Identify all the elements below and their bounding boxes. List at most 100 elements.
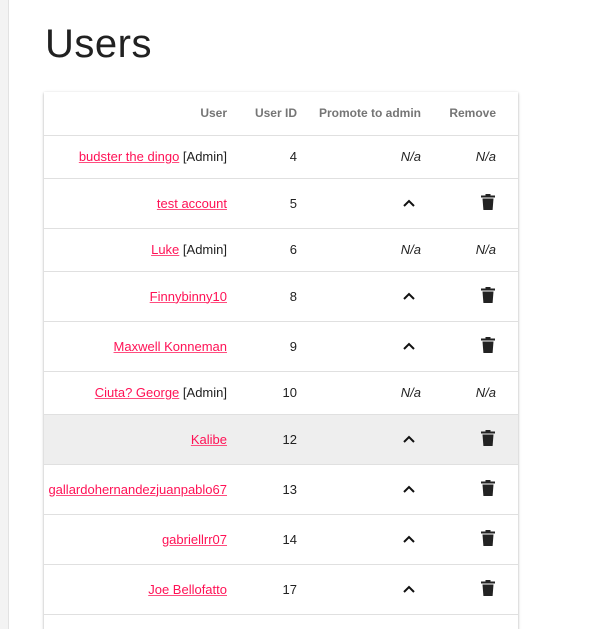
user-link[interactable]: Ciuta? George bbox=[95, 385, 180, 400]
table-row: budster the dingo [Admin] 4 N/a N/a bbox=[44, 135, 518, 179]
table-row: Finnybinny10 8 bbox=[44, 271, 518, 322]
user-link[interactable]: gallardohernandezjuanpablo67 bbox=[48, 482, 227, 497]
empty-cell bbox=[228, 614, 297, 629]
cell-promote bbox=[297, 514, 421, 565]
users-table-body: budster the dingo [Admin] 4 N/a N/a test acc… bbox=[44, 135, 518, 629]
not-applicable-text: N/a bbox=[475, 242, 496, 257]
admin-badge: [Admin] bbox=[182, 242, 227, 257]
empty-cell bbox=[421, 614, 518, 629]
cell-remove: N/a bbox=[421, 135, 518, 179]
promote-button[interactable] bbox=[402, 339, 416, 350]
promote-button[interactable] bbox=[402, 532, 416, 543]
table-row: Maxwell Konneman 9 bbox=[44, 321, 518, 372]
not-applicable-text: N/a bbox=[475, 149, 496, 164]
table-row bbox=[44, 614, 518, 629]
cell-remove bbox=[421, 178, 518, 229]
table-row: Kalibe 12 bbox=[44, 414, 518, 465]
cell-user-id: 17 bbox=[228, 564, 297, 615]
chevron-up-icon bbox=[402, 582, 416, 597]
user-link[interactable]: test account bbox=[157, 196, 227, 211]
page-title: Users bbox=[45, 22, 152, 66]
remove-user-button[interactable] bbox=[481, 479, 495, 499]
cell-user-id: 5 bbox=[228, 178, 297, 229]
trash-icon bbox=[481, 286, 495, 306]
not-applicable-text: N/a bbox=[400, 242, 421, 257]
user-link[interactable]: Finnybinny10 bbox=[150, 289, 227, 304]
chevron-up-icon bbox=[402, 289, 416, 304]
cell-user: test account bbox=[44, 178, 228, 229]
cell-user: gabriellrr07 bbox=[44, 514, 228, 565]
cell-user: Kalibe bbox=[44, 414, 228, 465]
trash-icon bbox=[481, 529, 495, 549]
cell-user: gallardohernandezjuanpablo67 bbox=[44, 464, 228, 515]
user-link[interactable]: budster the dingo bbox=[79, 149, 179, 164]
remove-user-button[interactable] bbox=[481, 193, 495, 213]
cell-user: budster the dingo [Admin] bbox=[44, 135, 228, 179]
cell-user: Maxwell Konneman bbox=[44, 321, 228, 372]
chevron-up-icon bbox=[402, 482, 416, 497]
cell-promote bbox=[297, 321, 421, 372]
cell-user-id: 13 bbox=[228, 464, 297, 515]
trash-icon bbox=[481, 336, 495, 356]
trash-icon bbox=[481, 579, 495, 599]
remove-user-button[interactable] bbox=[481, 336, 495, 356]
cell-promote bbox=[297, 271, 421, 322]
users-table: User User ID Promote to admin Remove bud… bbox=[44, 92, 518, 629]
remove-user-button[interactable] bbox=[481, 286, 495, 306]
promote-button[interactable] bbox=[402, 582, 416, 593]
column-header-user[interactable]: User bbox=[44, 92, 228, 136]
user-link[interactable]: Joe Bellofatto bbox=[148, 582, 227, 597]
cell-remove bbox=[421, 414, 518, 465]
cell-promote: N/a bbox=[297, 135, 421, 179]
users-page: Users User User ID Promote to admin Remo… bbox=[0, 0, 600, 629]
empty-cell bbox=[44, 614, 228, 629]
table-row: Ciuta? George [Admin] 10 N/a N/a bbox=[44, 371, 518, 415]
user-link[interactable]: Maxwell Konneman bbox=[114, 339, 227, 354]
cell-remove bbox=[421, 464, 518, 515]
cell-promote: N/a bbox=[297, 371, 421, 415]
remove-user-button[interactable] bbox=[481, 529, 495, 549]
cell-user: Finnybinny10 bbox=[44, 271, 228, 322]
cell-user-id: 10 bbox=[228, 371, 297, 415]
table-row: gallardohernandezjuanpablo67 13 bbox=[44, 464, 518, 515]
trash-icon bbox=[481, 193, 495, 213]
chevron-up-icon bbox=[402, 196, 416, 211]
admin-badge: [Admin] bbox=[182, 149, 227, 164]
promote-button[interactable] bbox=[402, 289, 416, 300]
chevron-up-icon bbox=[402, 532, 416, 547]
table-row: test account 5 bbox=[44, 178, 518, 229]
cell-remove bbox=[421, 271, 518, 322]
admin-badge: [Admin] bbox=[182, 385, 227, 400]
chevron-up-icon bbox=[402, 432, 416, 447]
chevron-up-icon bbox=[402, 339, 416, 354]
cell-user-id: 4 bbox=[228, 135, 297, 179]
cell-user-id: 8 bbox=[228, 271, 297, 322]
promote-button[interactable] bbox=[402, 432, 416, 443]
column-header-user-id[interactable]: User ID bbox=[228, 92, 297, 136]
cell-user-id: 6 bbox=[228, 228, 297, 272]
promote-button[interactable] bbox=[402, 482, 416, 493]
cell-promote bbox=[297, 414, 421, 465]
table-row: gabriellrr07 14 bbox=[44, 514, 518, 565]
cell-promote bbox=[297, 564, 421, 615]
trash-icon bbox=[481, 479, 495, 499]
cell-user: Ciuta? George [Admin] bbox=[44, 371, 228, 415]
cell-user-id: 14 bbox=[228, 514, 297, 565]
cell-remove: N/a bbox=[421, 371, 518, 415]
table-header-row: User User ID Promote to admin Remove bbox=[44, 92, 518, 136]
column-header-promote: Promote to admin bbox=[297, 92, 421, 136]
user-link[interactable]: gabriellrr07 bbox=[162, 532, 227, 547]
remove-user-button[interactable] bbox=[481, 579, 495, 599]
promote-button[interactable] bbox=[402, 196, 416, 207]
user-link[interactable]: Kalibe bbox=[191, 432, 227, 447]
remove-user-button[interactable] bbox=[481, 429, 495, 449]
trash-icon bbox=[481, 429, 495, 449]
not-applicable-text: N/a bbox=[400, 149, 421, 164]
column-header-remove: Remove bbox=[421, 92, 518, 136]
cell-remove bbox=[421, 321, 518, 372]
cell-promote bbox=[297, 464, 421, 515]
empty-cell bbox=[297, 614, 421, 629]
user-link[interactable]: Luke bbox=[151, 242, 179, 257]
cell-remove bbox=[421, 514, 518, 565]
users-table-card: User User ID Promote to admin Remove bud… bbox=[44, 92, 518, 629]
